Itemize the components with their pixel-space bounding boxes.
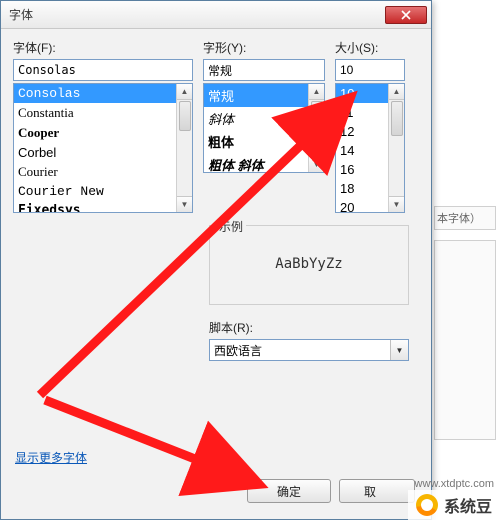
list-item[interactable]: 粗体	[204, 130, 308, 153]
list-item[interactable]: Courier New	[14, 182, 176, 201]
list-item[interactable]: 粗体 斜体	[204, 153, 308, 172]
scroll-down-icon[interactable]: ▼	[177, 196, 192, 212]
list-item[interactable]: 11	[336, 103, 388, 122]
scroll-thumb[interactable]	[179, 101, 191, 131]
list-item[interactable]: Cooper	[14, 123, 176, 143]
scroll-thumb[interactable]	[391, 101, 403, 136]
scroll-up-icon[interactable]: ▲	[309, 84, 324, 100]
scroll-down-icon[interactable]: ▼	[309, 156, 324, 172]
list-item[interactable]: Consolas	[14, 84, 176, 103]
close-button[interactable]	[385, 6, 427, 24]
scrollbar[interactable]: ▲ ▼	[388, 84, 404, 212]
bg-field-b	[434, 240, 496, 440]
size-listbox[interactable]: 10 11 12 14 16 18 20 ▲ ▼	[335, 83, 405, 213]
more-fonts-link[interactable]: 显示更多字体	[15, 449, 87, 466]
brand-logo-icon	[416, 494, 438, 516]
list-item[interactable]: Corbel	[14, 143, 176, 162]
sample-text: AaBbYyZz	[218, 256, 400, 272]
scrollbar[interactable]: ▲ ▼	[308, 84, 324, 172]
scrollbar[interactable]: ▲ ▼	[176, 84, 192, 212]
sample-label: 示例	[216, 218, 246, 235]
watermark-url: www.xtdptc.com	[415, 478, 494, 490]
scroll-down-icon[interactable]: ▼	[389, 196, 404, 212]
titlebar: 字体	[1, 1, 431, 29]
scroll-thumb[interactable]	[311, 101, 323, 151]
list-item[interactable]: 20	[336, 198, 388, 212]
list-item[interactable]: 12	[336, 122, 388, 141]
sample-group: 示例 AaBbYyZz	[209, 225, 409, 305]
script-label: 脚本(R):	[209, 319, 409, 336]
list-item[interactable]: 14	[336, 141, 388, 160]
size-input[interactable]	[335, 59, 405, 81]
font-listbox[interactable]: Consolas Constantia Cooper Corbel Courie…	[13, 83, 193, 213]
script-value: 西欧语言	[210, 340, 390, 360]
list-item[interactable]: 斜体	[204, 107, 308, 130]
font-input[interactable]	[13, 59, 193, 81]
ok-button[interactable]: 确定	[247, 479, 331, 503]
close-icon	[401, 10, 411, 20]
list-item[interactable]: Courier	[14, 162, 176, 182]
list-item[interactable]: 常规	[204, 84, 308, 107]
style-listbox[interactable]: 常规 斜体 粗体 粗体 斜体 ▲ ▼	[203, 83, 325, 173]
list-item[interactable]: 10	[336, 84, 388, 103]
font-dialog: 字体 字体(F): Consolas Constantia Cooper Cor…	[0, 0, 432, 520]
watermark-brand: 系统豆	[444, 493, 492, 517]
list-item[interactable]: Constantia	[14, 103, 176, 123]
style-input[interactable]	[203, 59, 325, 81]
list-item[interactable]: Fixedsys	[14, 201, 176, 212]
scroll-up-icon[interactable]: ▲	[389, 84, 404, 100]
watermark: 系统豆	[408, 490, 500, 520]
script-combo[interactable]: 西欧语言 ▼	[209, 339, 409, 361]
cancel-button[interactable]: 取	[339, 479, 415, 503]
style-label: 字形(Y):	[203, 39, 325, 56]
scroll-up-icon[interactable]: ▲	[177, 84, 192, 100]
list-item[interactable]: 18	[336, 179, 388, 198]
size-label: 大小(S):	[335, 39, 405, 56]
bg-field-a: 本字体）	[434, 206, 496, 230]
chevron-down-icon[interactable]: ▼	[390, 340, 408, 360]
font-label: 字体(F):	[13, 39, 193, 56]
dialog-title: 字体	[9, 6, 33, 23]
list-item[interactable]: 16	[336, 160, 388, 179]
